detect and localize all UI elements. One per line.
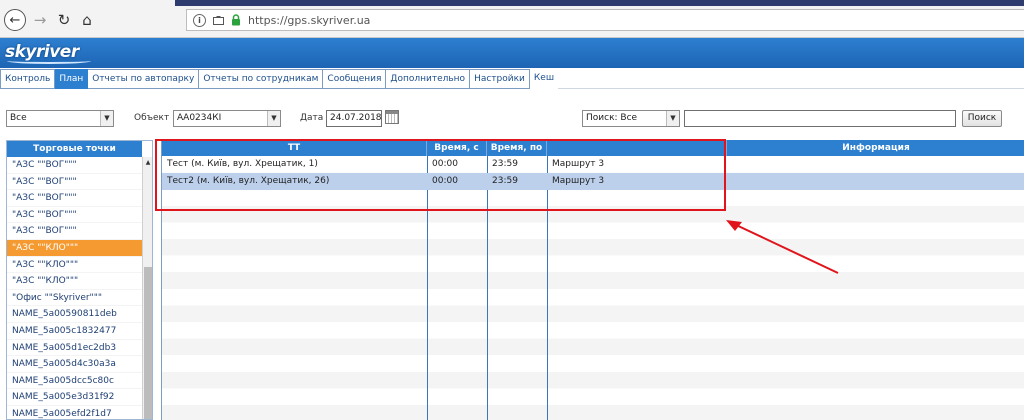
object-label: Объект [134,113,170,123]
menu-item-5[interactable]: Дополнительно [386,69,471,89]
column-header-info[interactable]: Информация [727,140,1024,156]
trade-point-item[interactable]: NAME_5a005c1832477 [7,323,142,340]
main-menu: Контроль План Отчеты по автопарку Отчеты по… [0,69,1024,89]
trade-point-item[interactable]: NAME_5a005d4c30a3a [7,356,142,373]
menu-item-0[interactable]: Контроль [0,69,56,89]
object-select[interactable]: АА0234КІ ▼ [173,110,281,127]
back-button[interactable]: ← [4,9,26,31]
trade-points-scrollbar[interactable]: ▲ [142,157,152,419]
site-header: skyriver [0,38,1024,68]
dropdown-arrow-icon[interactable]: ▼ [100,111,113,126]
menu-item-7[interactable]: Кеш [529,69,559,89]
dropdown-arrow-icon[interactable]: ▼ [666,111,679,126]
lock-icon [229,14,242,27]
date-input[interactable]: 24.07.2018 [326,110,382,127]
home-button[interactable]: ⌂ [77,10,97,30]
annotation-highlight-box [155,139,726,211]
window-top-strip [175,0,1024,6]
info-icon[interactable]: i [193,13,206,27]
url-text[interactable]: https://gps.skyriver.ua [248,14,370,27]
trade-point-item[interactable]: "АЗС ""ВОГ""" [7,223,142,240]
type-select-value: Все [10,113,27,123]
camera-icon[interactable] [212,14,225,27]
trade-point-item[interactable]: NAME_5a005dcc5c80c [7,373,142,390]
trade-point-item[interactable]: "АЗС ""ВОГ""" [7,207,142,224]
skyriver-logo[interactable]: skyriver [5,41,97,65]
reload-button[interactable]: ↻ [54,10,74,30]
search-scope-value: Поиск: Все [586,113,638,123]
menu-item-6[interactable]: Настройки [470,69,530,89]
trade-point-item[interactable]: NAME_5a005efd2f1d7 [7,406,142,419]
trade-point-item[interactable]: "АЗС ""КЛО""" [7,239,142,257]
cell-info [727,156,1024,173]
arrow-left-icon: ← [9,12,21,28]
trade-points-panel: Торговые точки "АЗС ""ВОГ""" "АЗС ""ВОГ""… [6,140,153,420]
dropdown-arrow-icon[interactable]: ▼ [267,111,280,126]
menu-item-4[interactable]: Сообщения [323,69,387,89]
trade-point-item[interactable]: NAME_5a00590811deb [7,306,142,323]
trade-point-item[interactable]: "Офис ""Skyriver""" [7,290,142,307]
logo-swoosh [7,58,91,64]
trade-point-item[interactable]: "АЗС ""ВОГ""" [7,157,142,174]
date-label: Дата [300,113,324,123]
browser-toolbar: ← → ↻ ⌂ i https://gps.skyriver.ua [0,0,1024,38]
trade-point-item[interactable]: NAME_5a005d1ec2db3 [7,340,142,357]
menu-item-3[interactable]: Отчеты по сотрудникам [199,69,324,89]
trade-point-item[interactable]: NAME_5a005e3d31f92 [7,389,142,406]
home-icon: ⌂ [82,11,92,29]
menu-item-2[interactable]: Отчеты по автопарку [88,69,200,89]
trade-point-item[interactable]: "АЗС ""ВОГ""" [7,174,142,191]
trade-point-item[interactable]: "АЗС ""КЛО""" [7,273,142,290]
forward-button[interactable]: → [30,10,50,30]
trade-points-list: "АЗС ""ВОГ""" "АЗС ""ВОГ""" "АЗС ""ВОГ""" "… [7,157,142,419]
reload-icon: ↻ [57,11,71,29]
trade-point-item[interactable]: "АЗС ""ВОГ""" [7,190,142,207]
scroll-up-icon[interactable]: ▲ [143,157,152,167]
annotation-arrow [726,220,839,274]
menu-item-1[interactable]: План [55,69,89,89]
search-button[interactable]: Поиск [962,110,1002,127]
search-scope-select[interactable]: Поиск: Все ▼ [582,110,680,127]
address-bar[interactable]: i https://gps.skyriver.ua [186,9,1024,31]
arrow-right-icon: → [33,11,47,29]
scrollbar-thumb[interactable] [144,267,152,419]
date-input-value: 24.07.2018 [330,113,382,123]
cell-info [727,173,1024,190]
type-select[interactable]: Все ▼ [6,110,114,127]
search-input[interactable] [684,110,956,127]
calendar-icon[interactable] [385,110,399,124]
object-select-value: АА0234КІ [177,113,222,123]
trade-points-header: Торговые точки [7,141,142,157]
trade-point-item[interactable]: "АЗС ""КЛО""" [7,257,142,274]
